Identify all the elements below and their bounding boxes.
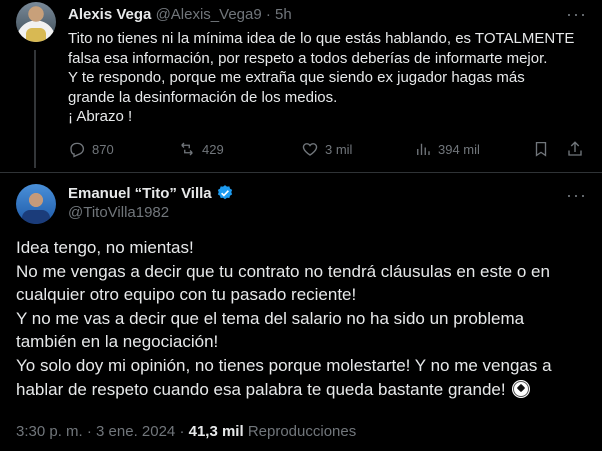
action-bar: 870 429 3 mil 394 mil	[68, 140, 588, 162]
share-icon	[568, 141, 582, 156]
retweet-count: 429	[202, 141, 224, 157]
tweet-line: hablar de respeto cuando esa palabra te …	[16, 379, 506, 399]
views-label: Reproducciones	[247, 423, 357, 440]
tweet-line: también en la negociación!	[16, 332, 219, 352]
author-name-row: Emanuel “Tito” Villa	[68, 184, 234, 202]
like-button[interactable]: 3 mil	[301, 140, 352, 158]
retweet-button[interactable]: 429	[178, 140, 224, 158]
tweet-line: Idea tengo, no mientas!	[16, 238, 194, 257]
tweet-line: No me vengas a decir que tu contrato no …	[16, 261, 550, 281]
main-tweet-text: Idea tengo, no mientas! No me vengas a d…	[16, 236, 596, 401]
tweet-timestamp[interactable]: 3:30 p. m. · 3 ene. 2024 ·	[16, 423, 184, 440]
main-tweet[interactable]: Emanuel “Tito” Villa @TitoVilla1982 ··· …	[0, 172, 602, 451]
avatar-tito-villa[interactable]	[16, 184, 56, 224]
tweet-line-last: hablar de respeto cuando esa palabra te …	[16, 378, 596, 402]
avatar-alexis-vega[interactable]	[16, 2, 56, 42]
verified-badge-icon	[217, 185, 232, 200]
tweet-line: Y no me vas a decir que el tema del sala…	[16, 308, 525, 328]
tweet-line: grande la desinformación de los medios.	[68, 88, 338, 106]
like-icon	[302, 143, 318, 156]
tweet-line: Yo solo doy mi opinión, no tienes porque…	[16, 355, 552, 375]
reply-tweet[interactable]: Alexis Vega @Alexis_Vega9 · 5h ··· Tito …	[0, 0, 602, 173]
author-handle[interactable]: @TitoVilla1982	[68, 204, 169, 221]
views-count: 394 mil	[438, 141, 480, 157]
tweet-line: ¡ Abrazo !	[68, 108, 133, 125]
tweet-meta: 3:30 p. m. · 3 ene. 2024 · 41,3 mil Repr…	[16, 423, 356, 440]
tweet-line: Y te respondo, porque me extraña que sie…	[68, 69, 525, 86]
more-icon[interactable]: ···	[566, 4, 587, 25]
tweet-line: Tito no tienes ni la mínima idea de lo q…	[68, 30, 575, 47]
reply-tweet-text: Tito no tienes ni la mínima idea de lo q…	[68, 29, 596, 127]
more-icon[interactable]: ···	[566, 185, 587, 206]
bookmark-button[interactable]	[532, 140, 550, 158]
tweet-time[interactable]: 5h	[275, 6, 292, 23]
views-icon	[417, 143, 430, 155]
thread-connector	[34, 50, 36, 168]
share-button[interactable]	[566, 140, 584, 158]
reply-tweet-header: Alexis Vega @Alexis_Vega9 · 5h	[68, 6, 292, 23]
separator-dot: ·	[265, 6, 271, 23]
soccer-ball-icon	[512, 379, 531, 398]
author-handle[interactable]: @Alexis_Vega9	[156, 6, 262, 23]
author-name[interactable]: Emanuel “Tito” Villa	[68, 185, 212, 202]
view-count: 41,3 mil	[188, 423, 244, 440]
author-name[interactable]: Alexis Vega	[68, 6, 151, 23]
reply-icon	[70, 142, 85, 158]
tweet-line: cualquier otro equipo con tu pasado reci…	[16, 285, 357, 305]
bookmark-icon	[535, 141, 547, 157]
reply-button[interactable]: 870	[68, 140, 114, 158]
retweet-icon	[181, 142, 193, 156]
tweet-line: falsa esa información, por respeto a tod…	[68, 49, 548, 67]
views-button[interactable]: 394 mil	[414, 140, 480, 158]
like-count: 3 mil	[325, 141, 353, 157]
reply-count: 870	[92, 141, 114, 157]
